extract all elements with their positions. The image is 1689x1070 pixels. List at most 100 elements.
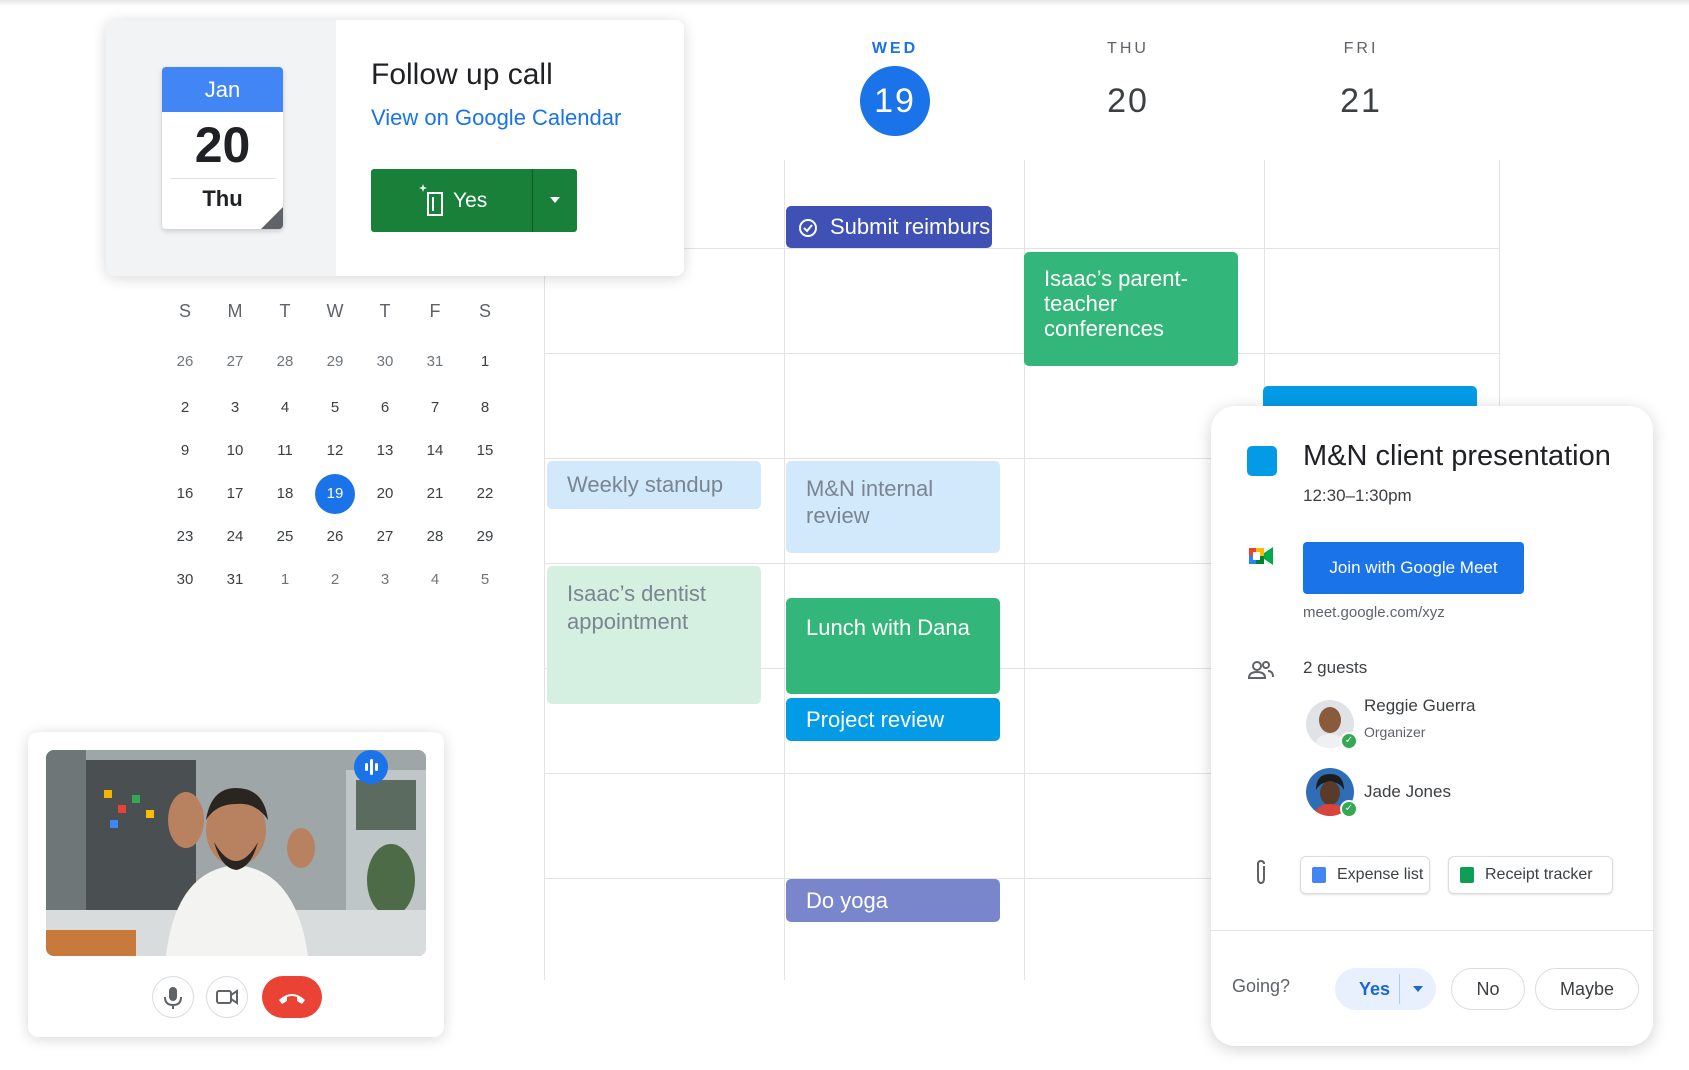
rsvp-dropdown-button[interactable] — [1400, 968, 1436, 1010]
end-call-icon — [279, 994, 305, 1004]
accepted-check-icon: ✓ — [1340, 800, 1358, 818]
attachment-receipt-tracker[interactable]: Receipt tracker — [1448, 856, 1613, 894]
mini-calendar-day[interactable]: 26 — [160, 347, 210, 377]
chevron-down-icon — [1413, 986, 1423, 992]
event-title: Weekly standup — [567, 472, 724, 497]
mini-calendar-day[interactable]: 31 — [410, 347, 460, 377]
mini-calendar-day[interactable]: 23 — [160, 522, 210, 552]
day-header-fri[interactable]: FRI 21 — [1281, 40, 1441, 136]
meet-link[interactable]: meet.google.com/xyz — [1303, 604, 1445, 621]
mini-calendar-day[interactable]: 29 — [310, 347, 360, 377]
mini-calendar-day[interactable]: 15 — [460, 436, 510, 466]
event-title: Project review — [806, 707, 945, 732]
rsvp-dropdown-button[interactable] — [533, 169, 577, 232]
day-header-wed[interactable]: WED 19 — [815, 40, 975, 136]
mini-calendar-day[interactable]: 18 — [260, 479, 310, 509]
view-calendar-link[interactable]: View on Google Calendar — [371, 105, 621, 131]
event-detail-time: 12:30–1:30pm — [1303, 486, 1412, 505]
mini-calendar-day[interactable]: 21 — [410, 479, 460, 509]
mini-calendar-day[interactable]: 12 — [310, 436, 360, 466]
mini-calendar-day[interactable]: 4 — [260, 393, 310, 423]
weekday-header: T — [379, 301, 391, 321]
guest-role: Organizer — [1364, 724, 1426, 740]
mini-calendar-day[interactable]: 4 — [410, 565, 460, 595]
mini-calendar-day[interactable]: 16 — [160, 479, 210, 509]
today-number: 19 — [315, 474, 355, 514]
guests-count: 2 guests — [1303, 658, 1368, 677]
mini-calendar-day[interactable]: 31 — [210, 565, 260, 595]
mini-calendar-day[interactable]: 30 — [160, 565, 210, 595]
mini-calendar-day[interactable]: 10 — [210, 436, 260, 466]
camera-button[interactable] — [206, 976, 248, 1018]
rsvp-maybe-button[interactable]: Maybe — [1535, 968, 1639, 1010]
rsvp-yes-button[interactable]: Yes — [371, 169, 532, 232]
mic-button[interactable] — [152, 976, 194, 1018]
attachment-expense-list[interactable]: Expense list — [1300, 856, 1430, 894]
mini-calendar-day[interactable]: 17 — [210, 479, 260, 509]
day-number[interactable]: 21 — [1326, 66, 1396, 136]
mini-calendar-day[interactable]: 6 — [360, 393, 410, 423]
event-project-review[interactable]: Project review — [786, 698, 1000, 741]
mini-calendar-day[interactable]: 27 — [210, 347, 260, 377]
follow-up-title: Follow up call — [371, 58, 553, 91]
paperclip-icon — [1257, 859, 1265, 885]
mini-calendar-day[interactable]: 14 — [410, 436, 460, 466]
mini-calendar-day[interactable]: 5 — [460, 565, 510, 595]
mini-calendar-day[interactable]: 20 — [360, 479, 410, 509]
accepted-check-icon: ✓ — [1340, 732, 1358, 750]
day-name: THU — [1107, 40, 1149, 57]
grid-line — [544, 160, 545, 980]
mini-calendar-day[interactable]: 2 — [310, 565, 360, 595]
event-submit-reimbursement[interactable]: Submit reimburs — [786, 206, 992, 248]
guest-name: Reggie Guerra — [1364, 696, 1476, 715]
mini-calendar-day[interactable]: 3 — [360, 565, 410, 595]
weekday-header: W — [326, 301, 344, 321]
rsvp-yes-split-button: Yes — [1335, 968, 1436, 1010]
speaking-icon — [354, 750, 388, 784]
event-title: M&N internal review — [806, 476, 934, 528]
event-title: Isaac’s dentist appointment — [567, 581, 707, 634]
mini-calendar-today[interactable]: 19 — [310, 474, 360, 514]
mini-calendar-day[interactable]: 29 — [460, 522, 510, 552]
mini-calendar-day[interactable]: 1 — [460, 347, 510, 377]
mini-calendar-day[interactable]: 9 — [160, 436, 210, 466]
join-meet-button[interactable]: Join with Google Meet — [1303, 542, 1524, 594]
mini-calendar-day[interactable]: 7 — [410, 393, 460, 423]
mini-calendar-day[interactable]: 3 — [210, 393, 260, 423]
end-call-button[interactable] — [262, 976, 322, 1018]
mini-calendar-day[interactable]: 30 — [360, 347, 410, 377]
mic-icon — [164, 987, 182, 1009]
event-weekly-standup[interactable]: Weekly standup — [547, 461, 761, 509]
rsvp-no-button[interactable]: No — [1451, 968, 1525, 1010]
mini-calendar-day[interactable]: 8 — [460, 393, 510, 423]
event-yoga[interactable]: Do yoga — [786, 879, 1000, 922]
day-number[interactable]: 20 — [1093, 66, 1163, 136]
mini-calendar-day[interactable]: 26 — [310, 522, 360, 552]
mini-calendar-day[interactable]: 27 — [360, 522, 410, 552]
event-title: Lunch with Dana — [806, 615, 970, 640]
mini-calendar-day[interactable]: 2 — [160, 393, 210, 423]
mini-calendar-day[interactable]: 22 — [460, 479, 510, 509]
event-dentist[interactable]: Isaac’s dentist appointment — [547, 566, 761, 704]
mini-calendar-day[interactable]: 25 — [260, 522, 310, 552]
mini-calendar-day[interactable]: 28 — [410, 522, 460, 552]
docs-icon — [1312, 867, 1326, 883]
mini-calendar-day[interactable]: 5 — [310, 393, 360, 423]
event-internal-review[interactable]: M&N internal review — [786, 461, 1000, 553]
event-parent-teacher[interactable]: Isaac’s parent-teacher conferences — [1024, 252, 1238, 366]
sheets-icon — [1460, 867, 1474, 883]
camera-icon — [216, 989, 238, 1005]
task-check-icon — [799, 219, 817, 237]
sparkle-door-icon — [419, 184, 443, 216]
mini-calendar-day[interactable]: 1 — [260, 565, 310, 595]
mini-calendar-day[interactable]: 11 — [260, 436, 310, 466]
mini-calendar-day[interactable]: 24 — [210, 522, 260, 552]
attachment-label: Expense list — [1337, 866, 1424, 883]
event-lunch[interactable]: Lunch with Dana — [786, 598, 1000, 694]
rsvp-yes-button[interactable]: Yes — [1359, 968, 1390, 1010]
day-number[interactable]: 19 — [860, 66, 930, 136]
mini-calendar-day[interactable]: 28 — [260, 347, 310, 377]
event-color-swatch — [1247, 446, 1277, 476]
day-header-thu[interactable]: THU 20 — [1048, 40, 1208, 136]
mini-calendar-day[interactable]: 13 — [360, 436, 410, 466]
